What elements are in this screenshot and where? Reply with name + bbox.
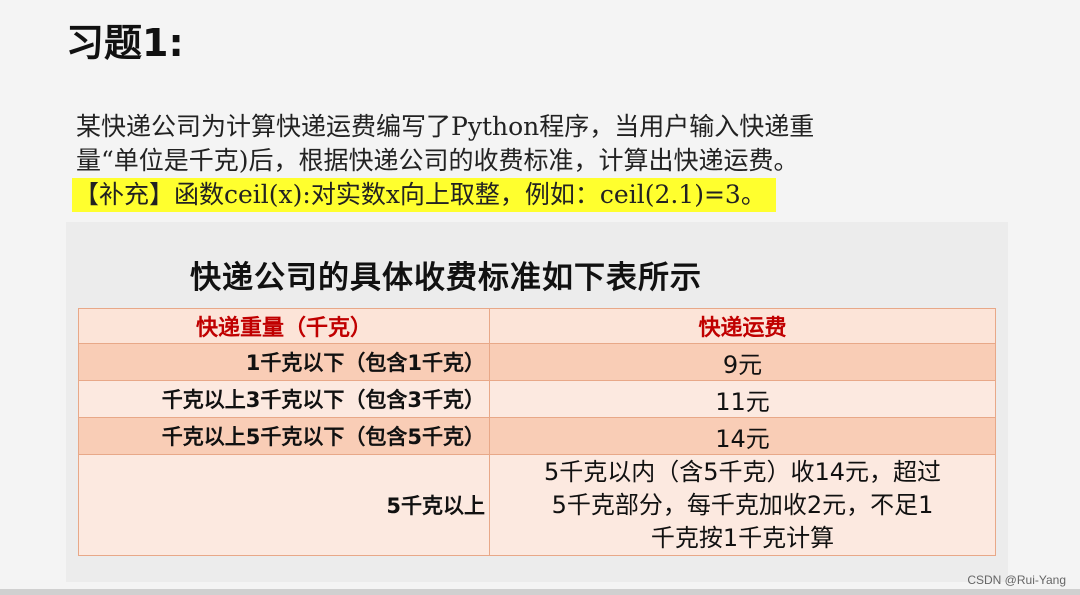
exercise-title: 习题1:	[66, 21, 184, 65]
table-row: 1千克以下（包含1千克） 9元	[78, 343, 996, 381]
table-row: 千克以上3千克以下（包含3千克） 11元	[78, 380, 996, 418]
header-weight: 快递重量（千克）	[78, 308, 490, 344]
table-row: 5千克以上 5千克以内（含5千克）收14元，超过 5千克部分，每千克加收2元，不…	[78, 454, 996, 556]
fee-cell: 11元	[489, 380, 996, 418]
fee-line: 5千克部分，每千克加收2元，不足1	[551, 490, 934, 519]
weight-cell: 千克以上5千克以下（包含5千克）	[78, 417, 490, 455]
supplement-note: 【补充】函数ceil(x):对实数x向上取整，例如：ceil(2.1)=3。	[72, 178, 776, 212]
table-row: 千克以上5千克以下（包含5千克） 14元	[78, 417, 996, 455]
table-header-row: 快递重量（千克） 快递运费	[78, 308, 996, 344]
fee-line: 5千克以内（含5千克）收14元，超过	[543, 457, 942, 486]
weight-cell: 1千克以下（包含1千克）	[78, 343, 490, 381]
fee-table: 快递重量（千克） 快递运费 1千克以下（包含1千克） 9元 千克以上3千克以下（…	[78, 308, 996, 556]
weight-cell: 千克以上3千克以下（包含3千克）	[78, 380, 490, 418]
fee-cell: 14元	[489, 417, 996, 455]
header-fee: 快递运费	[489, 308, 996, 344]
csdn-watermark: CSDN @Rui-Yang	[967, 573, 1066, 587]
description-line-1: 某快递公司为计算快递运费编写了Python程序，当用户输入快递重	[76, 112, 815, 141]
fee-line: 千克按1千克计算	[650, 523, 835, 552]
fee-cell-multiline: 5千克以内（含5千克）收14元，超过 5千克部分，每千克加收2元，不足1 千克按…	[489, 454, 996, 556]
description-line-2: 量“单位是千克)后，根据快递公司的收费标准，计算出快递运费。	[76, 146, 799, 175]
problem-description: 某快递公司为计算快递运费编写了Python程序，当用户输入快递重 量“单位是千克…	[72, 110, 1016, 212]
table-caption: 快递公司的具体收费标准如下表所示	[190, 260, 702, 296]
fee-cell: 9元	[489, 343, 996, 381]
bottom-bar	[0, 589, 1080, 595]
weight-cell: 5千克以上	[78, 454, 490, 556]
